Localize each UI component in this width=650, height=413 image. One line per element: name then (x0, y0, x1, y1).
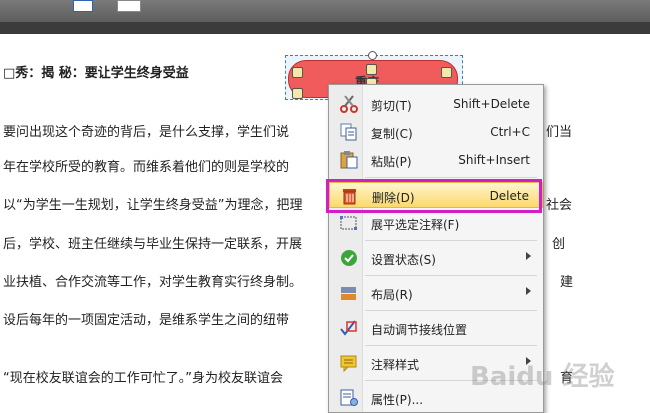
headline: □秀：揭 秘：要让学生终身受益 (3, 66, 189, 81)
menu-label: 粘贴(P) (371, 155, 412, 169)
text-fragment: 建 (560, 275, 574, 290)
menu-item-cut[interactable]: 剪切(T) Shift+Delete (329, 91, 543, 117)
text-fragment: 们当 (546, 125, 573, 140)
paragraph-line: 业扶植、合作交流等工作，对学生教育实行终身制。 (3, 275, 303, 290)
resize-handle[interactable] (292, 67, 303, 78)
menu-label: 剪切(T) (371, 99, 412, 113)
menu-label: 自动调节接线位置 (371, 323, 468, 337)
rotate-handle[interactable] (368, 51, 377, 60)
menu-label: 展平选定注释(F) (371, 218, 460, 232)
toolbar-icon[interactable] (73, 0, 93, 12)
connector-icon (339, 319, 359, 337)
paste-icon (339, 151, 359, 169)
menu-item-copy[interactable]: 复制(C) Ctrl+C (329, 119, 543, 145)
paragraph-line: 要问出现这个奇迹的背后，是什么支撑，学生们说 (3, 125, 290, 140)
menu-item-layout[interactable]: 布局(R) (329, 280, 543, 306)
paragraph-line: 后，学校、班主任继续与毕业生保持一定联系，开展 (3, 237, 303, 252)
check-icon (339, 249, 359, 267)
menu-item-flatten[interactable]: 展平选定注释(F) (329, 210, 543, 236)
menu-separator (365, 177, 537, 178)
menu-separator (365, 310, 537, 311)
resize-handle[interactable] (292, 88, 303, 99)
menu-label: 注释样式 (371, 358, 420, 372)
menu-item-paste[interactable]: 粘贴(P) Shift+Insert (329, 147, 543, 173)
menu-shortcut: Shift+Insert (458, 153, 530, 167)
menu-label: 属性(P)... (371, 393, 424, 407)
submenu-arrow-icon (526, 252, 531, 260)
resize-handle[interactable] (366, 64, 377, 75)
menu-separator (365, 275, 537, 276)
menu-label: 布局(R) (371, 288, 413, 302)
comment-style-icon (339, 354, 359, 373)
window-titlebar (0, 0, 650, 35)
properties-icon (339, 389, 359, 407)
toolbar-icon[interactable] (117, 0, 141, 12)
highlight-frame (326, 179, 542, 213)
text-fragment: 创 (552, 237, 566, 252)
submenu-arrow-icon (526, 287, 531, 295)
paragraph-line: 以“为学生一生规划，让学生终身受益”为理念，把理 (3, 198, 303, 213)
menu-label: 复制(C) (371, 127, 413, 141)
menu-separator (365, 240, 537, 241)
menu-shortcut: Ctrl+C (490, 125, 530, 139)
menu-shortcut: Shift+Delete (453, 97, 530, 111)
paragraph-line: 设后每年的一项固定活动，是维系学生之间的纽带 (3, 313, 290, 328)
resize-handle[interactable] (441, 67, 452, 78)
watermark: Baidu 经验 (470, 362, 615, 392)
copy-icon (339, 123, 359, 141)
scissors-icon (339, 95, 359, 113)
menu-separator (365, 345, 537, 346)
text-fragment: 社会 (546, 198, 573, 213)
menu-item-auto-connector[interactable]: 自动调节接线位置 (329, 315, 543, 341)
menu-label: 设置状态(S) (371, 253, 436, 267)
menu-item-set-status[interactable]: 设置状态(S) (329, 245, 543, 271)
paragraph-line: 年在学校所受的教育。而维系着他们的则是学校的 (3, 160, 290, 175)
layout-icon (339, 284, 359, 302)
paragraph-line: “现在校友联谊会的工作可忙了。”身为校友联谊会 (3, 371, 283, 386)
flatten-icon (339, 214, 359, 232)
